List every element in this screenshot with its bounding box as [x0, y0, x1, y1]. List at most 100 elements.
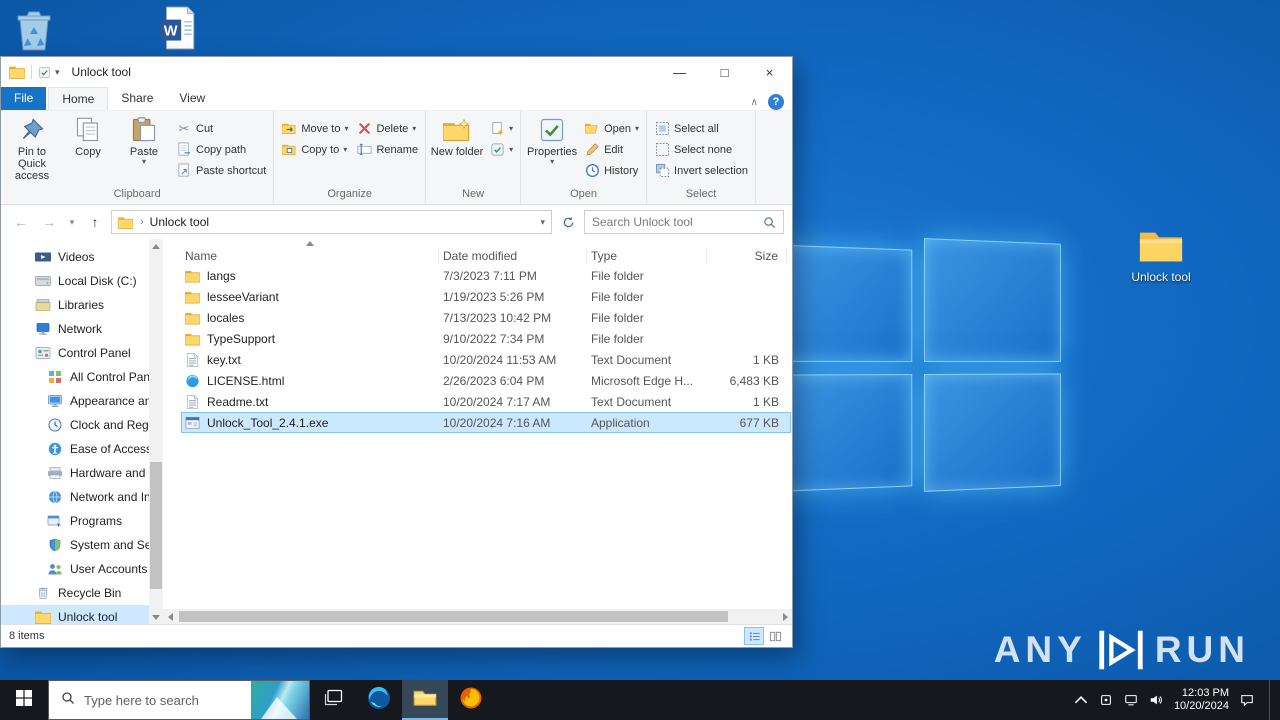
tab-share[interactable]: Share [108, 87, 166, 110]
new-folder-button[interactable]: New folder [429, 113, 485, 158]
invert-selection-button[interactable]: Invert selection [650, 160, 752, 181]
scroll-down-icon[interactable] [149, 610, 163, 624]
sidebar-item-network-and-in[interactable]: Network and In [1, 485, 149, 509]
column-header-size[interactable]: Size [707, 249, 787, 263]
sidebar-item-videos[interactable]: Videos [1, 245, 149, 269]
column-header-type[interactable]: Type [587, 249, 707, 263]
scroll-up-icon[interactable] [149, 239, 163, 253]
titlebar[interactable]: ▾ Unlock tool — □ × [1, 57, 792, 87]
action-center-button[interactable] [1240, 693, 1254, 707]
qat-customize-caret-icon[interactable]: ▾ [55, 67, 60, 78]
move-to-button[interactable]: Move to ▾ [277, 118, 352, 139]
paste-shortcut-button[interactable]: Paste shortcut [172, 160, 270, 181]
sidebar-item-local-disk-c[interactable]: Local Disk (C:) [1, 269, 149, 293]
copy-path-button[interactable]: Copy path [172, 139, 270, 160]
back-button[interactable]: ← [9, 214, 33, 230]
maximize-button[interactable]: □ [702, 57, 747, 87]
easy-access-button[interactable]: ▾ [485, 139, 517, 160]
rename-button[interactable]: Rename [352, 139, 422, 160]
clock[interactable]: 12:03 PM 10/20/2024 [1174, 687, 1229, 713]
sidebar-item-control-panel[interactable]: Control Panel [1, 341, 149, 365]
task-view-button[interactable] [310, 680, 356, 720]
close-button[interactable]: × [747, 57, 792, 87]
sidebar-item-ease-of-access[interactable]: Ease of Access [1, 437, 149, 461]
button-label: Move to [301, 122, 341, 135]
file-row-license-html[interactable]: LICENSE.html 2/26/2023 6:04 PM Microsoft E… [181, 370, 791, 391]
tab-view[interactable]: View [166, 87, 218, 110]
edit-button[interactable]: Edit [580, 139, 643, 160]
taskbar-explorer-button[interactable] [402, 680, 448, 720]
sidebar-item-clock-and-regi[interactable]: Clock and Regi [1, 413, 149, 437]
file-row-readme-txt[interactable]: Readme.txt 10/20/2024 7:17 AM Text Documen… [181, 391, 791, 412]
desktop-icon-unlock-tool[interactable]: Unlock tool [1118, 226, 1204, 284]
collapse-ribbon-icon[interactable]: ∧ [751, 97, 758, 108]
sidebar-scrollbar[interactable] [149, 239, 163, 624]
history-button[interactable]: History [580, 160, 643, 181]
file-row-unlock-tool-2-4-1-exe[interactable]: Unlock_Tool_2.4.1.exe 10/20/2024 7:16 AM A… [181, 412, 791, 433]
explorer-window: ▾ Unlock tool — □ × File Home Share View… [0, 56, 793, 648]
sidebar-item-appearance-an[interactable]: Appearance an [1, 389, 149, 413]
desktop-icon-recycle-bin[interactable] [12, 6, 56, 54]
column-header-date-modified[interactable]: Date modified [439, 249, 587, 263]
up-button[interactable]: ↑ [83, 214, 107, 230]
sidebar-item-libraries[interactable]: Libraries [1, 293, 149, 317]
copy-button[interactable]: Copy [60, 113, 116, 158]
scrollbar-thumb[interactable] [150, 462, 162, 590]
taskbar-edge-button[interactable] [356, 680, 402, 720]
minimize-button[interactable]: — [657, 57, 702, 87]
details-view-button[interactable] [744, 627, 764, 645]
scroll-right-icon[interactable] [778, 609, 792, 624]
recent-locations-caret-icon[interactable]: ▾ [65, 217, 79, 228]
scrollbar-thumb[interactable] [179, 611, 728, 622]
select-all-button[interactable]: Select all [650, 118, 752, 139]
network-icon[interactable] [1124, 693, 1138, 707]
file-row-key-txt[interactable]: key.txt 10/20/2024 11:53 AM Text Document 1… [181, 349, 791, 370]
paste-button[interactable]: Paste ▾ [116, 113, 172, 166]
sidebar-item-user-accounts[interactable]: User Accounts [1, 557, 149, 581]
sidebar-item-programs[interactable]: Programs [1, 509, 149, 533]
sidebar-item-hardware-and[interactable]: Hardware and [1, 461, 149, 485]
sidebar-item-recycle-bin[interactable]: Recycle Bin [1, 581, 149, 605]
horizontal-scrollbar[interactable] [163, 609, 792, 624]
sidebar-item-unlock-tool[interactable]: Unlock tool [1, 605, 149, 624]
address-dropdown-caret-icon[interactable]: ▾ [540, 217, 545, 228]
new-item-button[interactable]: ▾ [485, 118, 517, 139]
sidebar-item-system-and-se[interactable]: System and Se [1, 533, 149, 557]
refresh-button[interactable] [556, 210, 580, 234]
sidebar-item-network[interactable]: Network [1, 317, 149, 341]
tab-file[interactable]: File [1, 87, 47, 110]
search-icon[interactable] [763, 216, 776, 229]
file-row-locales[interactable]: locales 7/13/2023 10:42 PM File folder [181, 307, 791, 328]
file-row-typesupport[interactable]: TypeSupport 9/10/2022 7:34 PM File folder [181, 328, 791, 349]
address-bar[interactable]: › Unlock tool ▾ [111, 210, 552, 234]
search-highlights-image[interactable] [251, 681, 309, 719]
open-button[interactable]: Open ▾ [580, 118, 643, 139]
show-desktop-button[interactable] [1269, 680, 1274, 720]
qat-properties-icon[interactable] [38, 66, 51, 79]
properties-button[interactable]: Properties ▾ [524, 113, 580, 166]
file-row-langs[interactable]: langs 7/3/2023 7:11 PM File folder [181, 265, 791, 286]
pin-to-quick-access-button[interactable]: Pin to Quick access [4, 113, 60, 182]
hidden-icons-button[interactable] [1074, 693, 1088, 707]
invert-selection-icon [654, 163, 670, 178]
explorer-search-input[interactable]: Search Unlock tool [584, 210, 784, 234]
file-row-lesseevariant[interactable]: lesseeVariant 1/19/2023 5:26 PM File folde… [181, 286, 791, 307]
tray-app-icon[interactable] [1099, 693, 1113, 707]
forward-button[interactable]: → [37, 214, 61, 230]
taskbar-search-input[interactable]: Type here to search [48, 680, 310, 720]
start-button[interactable] [0, 680, 48, 720]
volume-icon[interactable] [1149, 693, 1163, 707]
tab-home[interactable]: Home [48, 87, 109, 110]
help-button[interactable]: ? [768, 94, 784, 110]
scroll-left-icon[interactable] [163, 609, 177, 624]
copy-to-button[interactable]: Copy to ▾ [277, 139, 352, 160]
cut-button[interactable]: ✂ Cut [172, 118, 270, 139]
delete-button[interactable]: Delete ▾ [352, 118, 422, 139]
breadcrumb[interactable]: Unlock tool [150, 215, 209, 229]
icons-view-button[interactable] [766, 628, 784, 644]
sidebar-item-all-control-pan[interactable]: All Control Pan [1, 365, 149, 389]
column-header-name[interactable]: Name [181, 227, 439, 263]
taskbar-firefox-button[interactable] [448, 680, 494, 720]
select-none-button[interactable]: Select none [650, 139, 752, 160]
desktop-icon-word-document[interactable]: W [158, 5, 196, 51]
